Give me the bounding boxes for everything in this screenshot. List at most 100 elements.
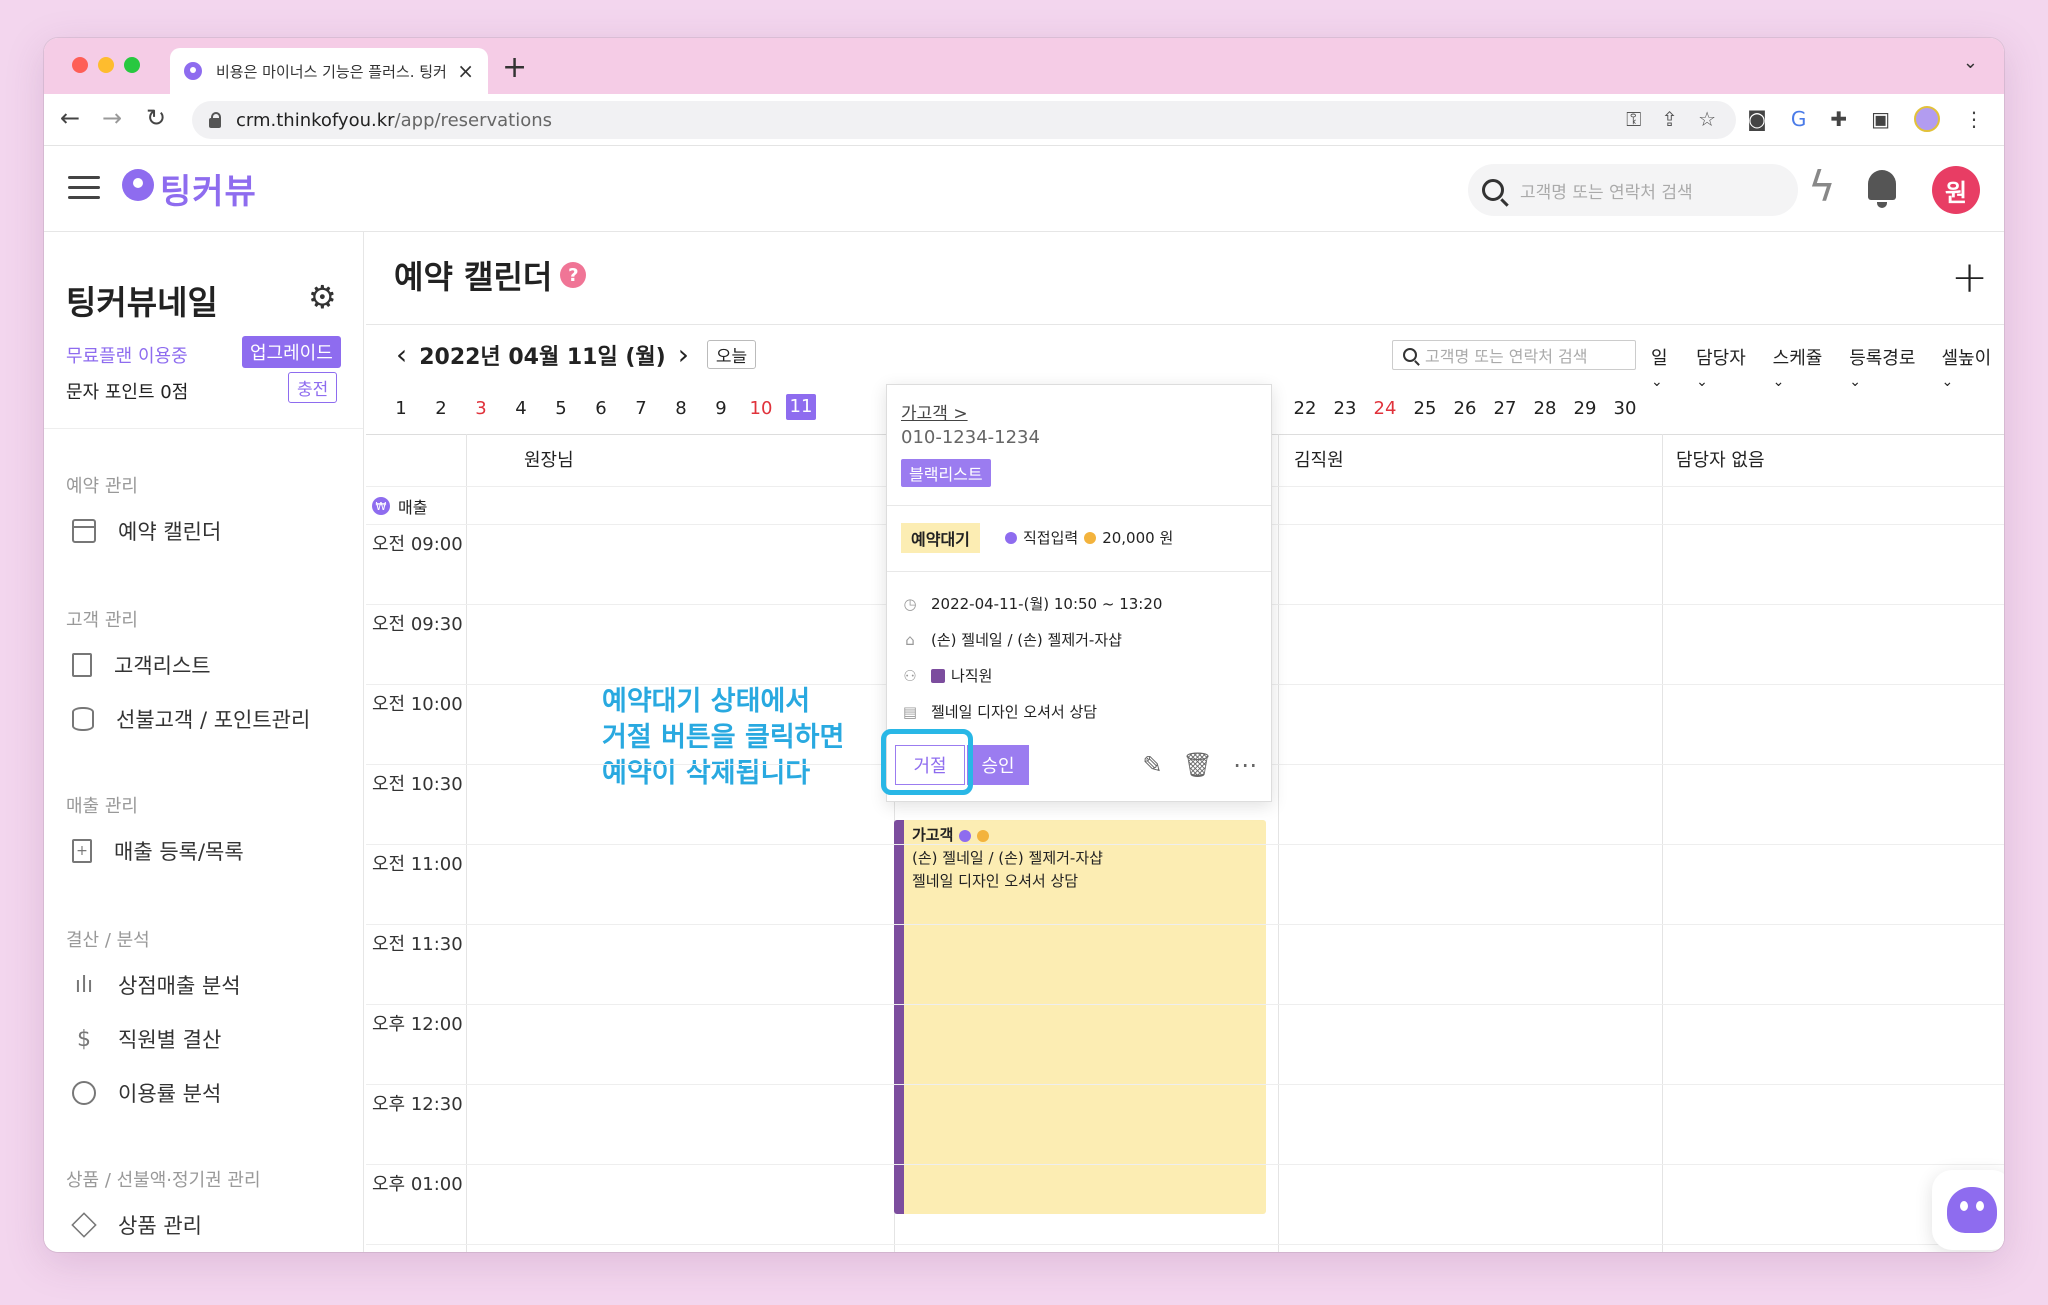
key-icon[interactable]: ⚿ xyxy=(1626,107,1641,131)
sidebar: 팅커뷰네일 ⚙ 무료플랜 이용중 업그레이드 문자 포인트 0점 충전 예약 관… xyxy=(44,232,364,1252)
sidebar-item-store-sales[interactable]: ılı 상점매출 분석 xyxy=(72,970,241,1000)
box-icon xyxy=(71,1212,97,1238)
side-panel-icon[interactable]: ▣ xyxy=(1871,107,1890,131)
reservation-event-block[interactable]: 가고객 (손) 젤네일 / (손) 젤제거-자샵 젤네일 디자인 오셔서 상담 xyxy=(894,820,1266,1214)
service-row: ⌂ (손) 젤네일 / (손) 젤제거-자샵 xyxy=(901,629,1122,650)
translate-extension-icon[interactable]: G xyxy=(1791,107,1807,131)
reject-button[interactable]: 거절 xyxy=(895,745,965,785)
maximize-window-button[interactable] xyxy=(124,57,140,73)
day-11[interactable]: 11 xyxy=(786,394,816,420)
user-avatar[interactable]: 원 xyxy=(1932,166,1980,214)
minimize-window-button[interactable] xyxy=(98,57,114,73)
edit-pencil-icon[interactable]: ✎ xyxy=(1142,751,1162,779)
filter-staff[interactable]: 담당자 xyxy=(1696,344,1759,391)
profile-avatar-icon[interactable] xyxy=(1914,106,1940,132)
close-window-button[interactable] xyxy=(72,57,88,73)
day-27[interactable]: 27 xyxy=(1490,398,1520,419)
day-6[interactable]: 6 xyxy=(586,398,616,419)
sidebar-item-customer-list[interactable]: 고객리스트 xyxy=(72,650,211,680)
help-icon[interactable]: ? xyxy=(560,262,587,288)
forward-arrow-icon[interactable]: → xyxy=(102,104,122,132)
customer-link[interactable]: 가고객 > xyxy=(901,399,968,424)
bookmark-star-icon[interactable]: ☆ xyxy=(1698,107,1716,131)
day-25[interactable]: 25 xyxy=(1410,398,1440,419)
lightning-icon[interactable]: ϟ xyxy=(1808,162,1836,211)
day-22[interactable]: 22 xyxy=(1290,398,1320,419)
logo-pin-icon xyxy=(122,168,154,209)
current-date-label[interactable]: 2022년 04월 11일 (월) xyxy=(419,339,666,371)
calendar-search-input[interactable]: 고객명 또는 연락처 검색 xyxy=(1392,340,1636,370)
filter-source[interactable]: 등록경로 xyxy=(1849,344,1927,391)
day-3[interactable]: 3 xyxy=(466,398,496,419)
staff-column-header: 김직원 xyxy=(1294,450,1344,471)
day-7[interactable]: 7 xyxy=(626,398,656,419)
memo-text: 젤네일 디자인 오셔서 상담 xyxy=(931,703,1098,721)
day-8[interactable]: 8 xyxy=(666,398,696,419)
day-26[interactable]: 26 xyxy=(1450,398,1480,419)
day-5[interactable]: 5 xyxy=(546,398,576,419)
new-tab-button[interactable]: + xyxy=(502,50,527,85)
chat-support-button[interactable] xyxy=(1932,1170,2004,1250)
section-title-analysis: 결산 / 분석 xyxy=(66,930,150,951)
today-button[interactable]: 오늘 xyxy=(706,340,757,369)
plan-status[interactable]: 무료플랜 이용중 xyxy=(66,342,188,368)
won-icon: ₩ xyxy=(372,497,390,515)
day-9[interactable]: 9 xyxy=(706,398,736,419)
pin-icon xyxy=(1005,531,1017,544)
day-4[interactable]: 4 xyxy=(506,398,536,419)
clock-icon: ◷ xyxy=(903,594,917,613)
address-bar[interactable]: crm.thinkofyou.kr/app/reservations ⚿ ⇪ ☆ xyxy=(192,101,1736,139)
camera-extension-icon[interactable]: ◙ xyxy=(1747,107,1766,131)
time-slot-label: 오전 10:00 xyxy=(372,694,463,715)
next-date-chevron-icon[interactable]: › xyxy=(678,338,689,371)
dollar-icon: $ xyxy=(77,1026,91,1052)
reload-icon[interactable]: ↻ xyxy=(146,104,166,132)
sidebar-item-staff-settlement[interactable]: $ 직원별 결산 xyxy=(72,1024,221,1054)
header-search-input[interactable]: 고객명 또는 연락처 검색 xyxy=(1468,164,1798,216)
app-logo[interactable]: 팅커뷰 xyxy=(122,164,257,213)
more-options-icon[interactable]: ⋯ xyxy=(1233,751,1257,779)
tab-search-chevron-icon[interactable]: ⌄ xyxy=(1963,52,1978,73)
charge-button[interactable]: 충전 xyxy=(288,372,338,403)
day-10[interactable]: 10 xyxy=(746,398,776,419)
day-2[interactable]: 2 xyxy=(426,398,456,419)
notification-bell-icon[interactable] xyxy=(1864,166,1900,212)
day-23[interactable]: 23 xyxy=(1330,398,1360,419)
sidebar-item-products[interactable]: 상품 관리 xyxy=(71,1210,202,1240)
browser-tab-active[interactable]: 비용은 마이너스 기능은 플러스. 팅커 × xyxy=(170,48,488,94)
upgrade-button[interactable]: 업그레이드 xyxy=(242,336,341,368)
sidebar-item-calendar[interactable]: 예약 캘린더 xyxy=(72,516,221,546)
filter-view[interactable]: 일 xyxy=(1651,344,1682,391)
prev-date-chevron-icon[interactable]: ‹ xyxy=(396,338,407,371)
browser-menu-icon[interactable]: ⋮ xyxy=(1964,107,1984,131)
tab-title: 비용은 마이너스 기능은 플러스. 팅커 xyxy=(216,62,447,81)
sidebar-item-sales-register[interactable]: + 매출 등록/목록 xyxy=(72,836,244,866)
sidebar-item-usage-analysis[interactable]: 이용률 분석 xyxy=(72,1078,221,1108)
grid-column-line xyxy=(1278,434,1279,1252)
day-29[interactable]: 29 xyxy=(1570,398,1600,419)
reservation-popup: 가고객 > 010-1234-1234 블랙리스트 예약대기 직접입력 20,0… xyxy=(881,384,1272,802)
hamburger-menu-icon[interactable] xyxy=(68,176,100,200)
day-28[interactable]: 28 xyxy=(1530,398,1560,419)
day-24[interactable]: 24 xyxy=(1370,398,1400,419)
share-icon[interactable]: ⇪ xyxy=(1661,107,1678,131)
filter-cell-height[interactable]: 셀높이 xyxy=(1941,344,2004,391)
sidebar-item-prepaid[interactable]: 선불고객 / 포인트관리 xyxy=(72,704,310,734)
popup-divider xyxy=(887,571,1271,572)
gear-icon[interactable]: ⚙ xyxy=(308,278,337,316)
source-and-amount: 직접입력 20,000 원 xyxy=(1005,527,1173,548)
browser-window: 비용은 마이너스 기능은 플러스. 팅커 × + ⌄ ← → ↻ crm.thi… xyxy=(44,38,2004,1252)
back-arrow-icon[interactable]: ← xyxy=(60,104,80,132)
add-reservation-button[interactable]: + xyxy=(1951,252,1988,303)
day-30[interactable]: 30 xyxy=(1610,398,1640,419)
approve-button[interactable]: 승인 xyxy=(967,745,1029,785)
day-1[interactable]: 1 xyxy=(386,398,416,419)
puzzle-extensions-icon[interactable]: ✚ xyxy=(1830,107,1847,131)
trash-icon[interactable]: 🗑 xyxy=(1183,751,1213,779)
filter-schedule[interactable]: 스케쥴 xyxy=(1773,344,1836,391)
grid-column-line xyxy=(466,434,467,1252)
app-header: 팅커뷰 고객명 또는 연락처 검색 ϟ 원 xyxy=(44,146,2004,232)
tab-close-icon[interactable]: × xyxy=(457,59,474,83)
grid-row-line xyxy=(366,844,2004,845)
time-slot-label: 오후 01:30 xyxy=(372,1250,463,1252)
